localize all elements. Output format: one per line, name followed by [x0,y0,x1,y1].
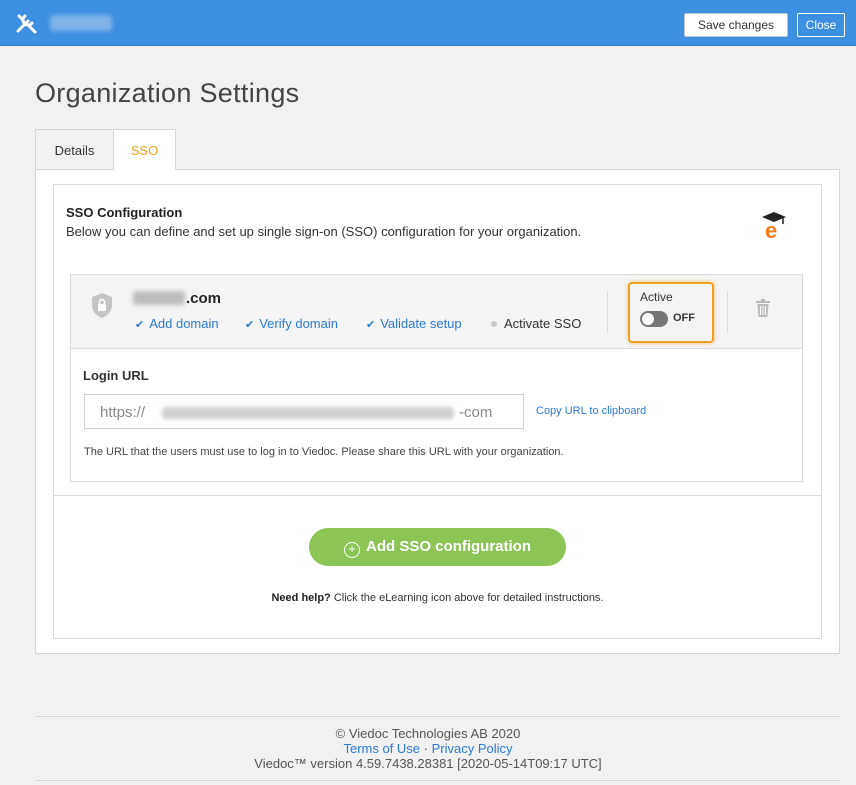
domain-name-redacted [133,291,185,305]
check-icon: ✔ [135,319,145,331]
tab-sso[interactable]: SSO [113,129,176,170]
login-url-label: Login URL [83,368,149,383]
add-sso-configuration-button[interactable]: + Add SSO configuration [309,528,566,566]
elearning-icon[interactable]: e [760,209,788,243]
check-icon: ✔ [245,319,255,331]
top-bar: Save changes Close [0,0,856,46]
save-changes-button[interactable]: Save changes [684,13,788,37]
domain-suffix: .com [186,290,222,307]
footer-divider [35,716,840,717]
footer-links: Terms of Use · Privacy Policy [343,741,513,756]
sso-config-header: .com ✔ Add domain ✔ Verify domain ✔ Validat… [71,275,802,349]
sso-panel: SSO Configuration Below you can define a… [35,169,840,654]
tools-icon[interactable] [14,11,40,35]
url-redacted [162,407,454,419]
close-button[interactable]: Close [797,13,845,37]
terms-of-use-link[interactable]: Terms of Use [343,741,420,756]
copy-url-link[interactable]: Copy URL to clipboard [536,405,646,417]
login-url-note: The URL that the users must use to log i… [84,446,564,458]
sso-config-card: .com ✔ Add domain ✔ Verify domain ✔ Validat… [70,274,803,482]
pending-dot-icon [491,320,497,327]
shield-lock-icon [91,292,113,319]
active-toggle-group: Active OFF [628,282,714,343]
divider [54,495,821,496]
page-title: Organization Settings [35,78,300,108]
footer-version: Viedoc™ version 4.59.7438.28381 [2020-05… [254,756,602,771]
step-add-domain[interactable]: ✔ Add domain [135,316,219,331]
tab-details[interactable]: Details [35,129,113,170]
organization-name-redacted [50,15,112,31]
url-prefix: https:// [100,404,146,421]
toggle-state: OFF [673,312,695,324]
active-label: Active [640,290,673,304]
sso-heading: SSO Configuration [66,205,183,220]
footer-copyright: © Viedoc Technologies AB 2020 [335,726,521,741]
step-verify-domain[interactable]: ✔ Verify domain [245,316,338,331]
plus-circle-icon: + [344,542,360,558]
privacy-policy-link[interactable]: Privacy Policy [432,741,513,756]
active-toggle[interactable] [640,311,668,327]
login-url-field[interactable]: https:// -com [84,394,524,429]
check-icon: ✔ [366,319,376,331]
sso-section: SSO Configuration Below you can define a… [53,184,822,639]
divider [727,292,728,332]
step-activate-sso: Activate SSO [491,316,581,331]
url-suffix: -com [459,404,493,421]
toggle-knob [642,313,654,325]
trash-icon[interactable] [756,299,770,317]
help-text: Need help? Click the eLearning icon abov… [271,592,604,604]
sso-description: Below you can define and set up single s… [66,224,582,239]
svg-text:e: e [765,218,777,239]
step-validate-setup[interactable]: ✔ Validate setup [366,316,462,331]
footer-divider [35,780,840,781]
divider [607,292,608,332]
